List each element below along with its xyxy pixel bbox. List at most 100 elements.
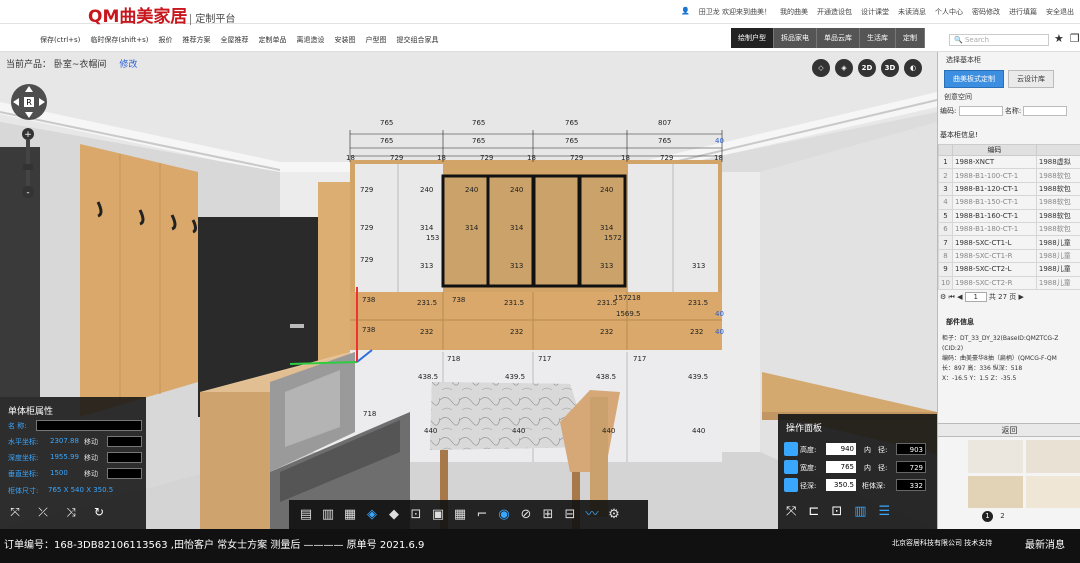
- ops-tools: ⤧ ⊏ ⊡ ▥ ☰: [786, 504, 890, 519]
- thumb-page[interactable]: 2: [997, 511, 1008, 522]
- whole-house-button[interactable]: 全屋推荐: [220, 35, 248, 45]
- depth-input[interactable]: 350.5: [826, 479, 856, 491]
- view-extra-button[interactable]: ◐: [904, 59, 922, 77]
- axis-x-icon[interactable]: ⤫: [34, 505, 52, 523]
- install-drawing-button[interactable]: 安装图: [334, 35, 355, 45]
- back-button[interactable]: 返回: [938, 423, 1080, 437]
- pager-page-input[interactable]: 1: [964, 292, 987, 302]
- tab-life-library[interactable]: 生活库: [860, 28, 896, 48]
- list-icon[interactable]: ☰: [879, 504, 891, 519]
- link-open-package[interactable]: 开通造设包: [817, 7, 852, 17]
- name-input[interactable]: [1023, 106, 1068, 116]
- dim-mid-7: 232: [600, 328, 614, 336]
- brand-logo[interactable]: QM曲美家居 定制平台: [88, 2, 236, 27]
- pager-settings-icon[interactable]: ⚙: [940, 293, 946, 301]
- axis-move-icon[interactable]: ⤧: [6, 505, 24, 523]
- recommend-button[interactable]: 推荐方案: [182, 35, 210, 45]
- link-my-qumei[interactable]: 我的曲美: [780, 7, 808, 17]
- name-label: 名 称:: [8, 422, 27, 430]
- panel-icon[interactable]: ▥: [854, 504, 866, 519]
- align-icon[interactable]: ⤧: [786, 504, 796, 519]
- copy-icon[interactable]: ❐: [1070, 32, 1080, 45]
- submit-furniture-button[interactable]: 提交组合家具: [396, 35, 438, 45]
- table-row[interactable]: 6 1988-B1-180-CT-1 1988软包: [938, 221, 1080, 237]
- code-input[interactable]: [958, 106, 1003, 116]
- tool-measure-icon[interactable]: ⊡: [407, 506, 425, 524]
- custom-item-button[interactable]: 定制单品: [258, 35, 286, 45]
- tool-paint-icon[interactable]: ◆: [385, 506, 403, 524]
- tab-draw-floorplan[interactable]: 绘制户型: [731, 28, 774, 48]
- link-profile[interactable]: 个人中心: [935, 7, 963, 17]
- pager-prev-icon[interactable]: ◀: [957, 293, 962, 301]
- tab-custom[interactable]: 定制: [896, 28, 925, 48]
- view-top-button[interactable]: ◈: [835, 59, 853, 77]
- height-inner-value[interactable]: 903: [896, 443, 926, 455]
- thumb-page[interactable]: 1: [982, 511, 993, 522]
- table-row[interactable]: 9 1988-SXC-CT2-L 1988儿童: [938, 262, 1080, 277]
- view-perspective-button[interactable]: ◇: [812, 59, 830, 77]
- axis-y-icon[interactable]: ⤨: [62, 505, 80, 523]
- link-design-class[interactable]: 设计课堂: [861, 7, 889, 17]
- quote-button[interactable]: 报价: [158, 35, 172, 45]
- link-unread[interactable]: 未读消息: [898, 7, 926, 17]
- table-row[interactable]: 7 1988-SXC-CT1-L 1988儿童: [938, 235, 1080, 250]
- cabinet-depth-value[interactable]: 332: [896, 479, 926, 491]
- table-row[interactable]: 2 1988-B1-100-CT-1 1988软包: [938, 168, 1080, 183]
- material-thumb[interactable]: [968, 440, 1023, 473]
- table-row[interactable]: 8 1988-SXC-CT1-R 1988儿童: [938, 248, 1080, 264]
- tool-door-icon[interactable]: ▣: [429, 506, 447, 524]
- tool-delete-icon[interactable]: ⊟: [561, 506, 579, 524]
- search-input[interactable]: 🔍 Search: [949, 34, 1049, 46]
- width-inner-value[interactable]: 729: [896, 461, 926, 473]
- name-field[interactable]: [36, 420, 142, 431]
- pager-first-icon[interactable]: ⏮: [949, 293, 955, 301]
- tab-appliances[interactable]: 拆品家电: [774, 28, 817, 48]
- tool-box-icon[interactable]: ⊞: [539, 506, 557, 524]
- pager-next-icon[interactable]: ▶: [1019, 293, 1024, 301]
- tool-eye-icon[interactable]: ◉: [495, 506, 513, 524]
- tab-qumei-custom[interactable]: 曲美板式定制: [944, 70, 1004, 88]
- rotate-icon[interactable]: ↻: [90, 505, 108, 523]
- width-input[interactable]: 765: [826, 461, 856, 473]
- height-input[interactable]: 940: [826, 443, 856, 455]
- material-thumb[interactable]: [1026, 475, 1080, 508]
- floorplan-button[interactable]: 户型图: [365, 35, 386, 45]
- zoom-slider[interactable]: + -: [21, 128, 35, 198]
- navigation-pad[interactable]: R: [9, 82, 49, 122]
- v-move-input[interactable]: [107, 468, 142, 479]
- star-icon[interactable]: ★: [1054, 32, 1064, 45]
- tool-cube-icon[interactable]: ◈: [363, 506, 381, 524]
- tool-forbid-icon[interactable]: ⊘: [517, 506, 535, 524]
- tool-settings-icon[interactable]: ⚙: [605, 506, 623, 524]
- d-move-input[interactable]: [107, 452, 142, 463]
- fit-box-icon[interactable]: ⊡: [831, 504, 842, 519]
- table-row[interactable]: 1 1988-XNCT 1988虚拟: [938, 154, 1080, 170]
- h-move-input[interactable]: [107, 436, 142, 447]
- tool-align-right-icon[interactable]: ▦: [341, 506, 359, 524]
- table-row[interactable]: 5 1988-B1-160-CT-1 1988软包: [938, 208, 1080, 223]
- table-row[interactable]: 4 1988-B1-150-CT-1 1988软包: [938, 195, 1080, 210]
- tool-align-mid-icon[interactable]: ▥: [319, 506, 337, 524]
- view-2d-button[interactable]: 2D: [858, 59, 876, 77]
- material-thumb[interactable]: [1026, 440, 1080, 473]
- table-row[interactable]: 10 1988-SXC-CT2-R 1988儿童: [938, 275, 1080, 290]
- tab-cloud-library[interactable]: 云设计库: [1008, 70, 1054, 88]
- link-password[interactable]: 密码修改: [972, 7, 1000, 17]
- temp-save-button[interactable]: 临时保存(shift+s): [90, 35, 148, 45]
- link-fill[interactable]: 进行填篇: [1009, 7, 1037, 17]
- edit-product-link[interactable]: 修改: [119, 60, 137, 70]
- tool-wave-icon[interactable]: 〰: [583, 506, 601, 524]
- table-row[interactable]: 3 1988-B1-120-CT-1 1988软包: [938, 181, 1080, 197]
- material-thumb[interactable]: [968, 475, 1023, 508]
- tab-product-cloud[interactable]: 单品云库: [817, 28, 860, 48]
- fit-width-icon[interactable]: ⊏: [808, 504, 819, 519]
- tool-corner-icon[interactable]: ⌐: [473, 506, 491, 524]
- link-logout[interactable]: 安全退出: [1046, 7, 1074, 17]
- latest-news-link[interactable]: 最新消息: [1025, 536, 1065, 551]
- save-button[interactable]: 保存(ctrl+s): [40, 35, 80, 45]
- rp-share[interactable]: 创意空间: [944, 92, 972, 102]
- tool-shelf-icon[interactable]: ▦: [451, 506, 469, 524]
- view-3d-button[interactable]: 3D: [881, 59, 899, 77]
- retire-button[interactable]: 离退造设: [296, 35, 324, 45]
- tool-align-left-icon[interactable]: ▤: [297, 506, 315, 524]
